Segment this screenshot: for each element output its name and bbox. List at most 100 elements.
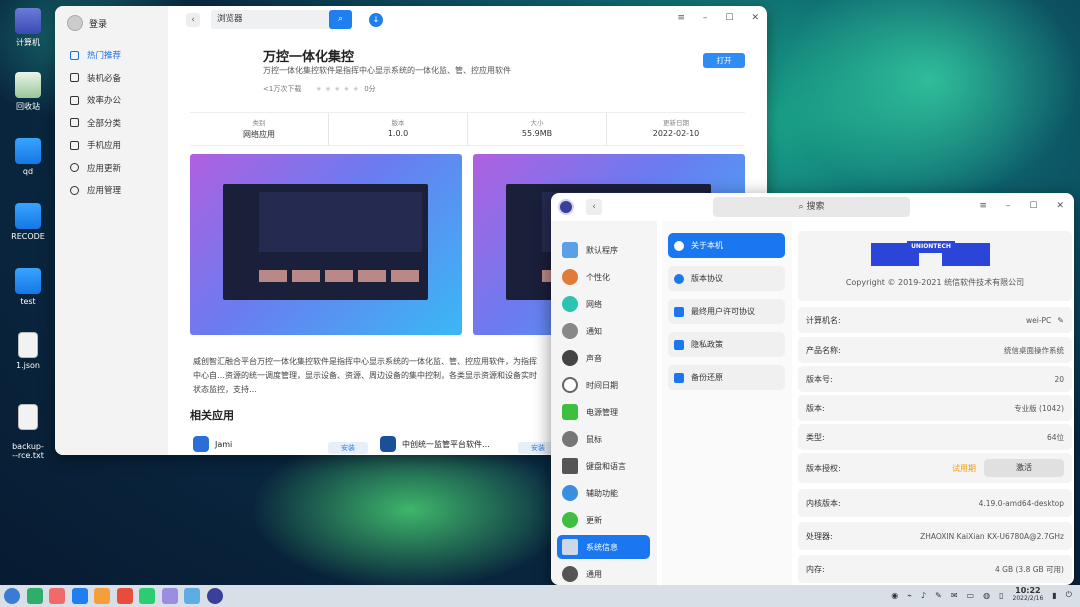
brand-box: UNIONTECH Copyright © 2019-2021 统信软件技术有限… <box>798 231 1072 301</box>
activate-button[interactable]: 激活 <box>984 459 1064 477</box>
nav-label: 装机必备 <box>87 73 122 84</box>
cc-nav-datetime[interactable]: 时间日期 <box>557 373 650 397</box>
desktop-folder-recode[interactable]: RECODE <box>8 203 48 241</box>
input-method-icon[interactable]: ◉ <box>891 591 898 600</box>
cc-nav-sound[interactable]: 声音 <box>557 346 650 370</box>
store-nav-item-essentials[interactable]: 装机必备 <box>63 67 163 90</box>
taskbar: ◉ ⌁ ♪ ✎ ✉ ▭ ◍ ▯ 10:22 2022/2/16 ▮ ⏻ <box>0 585 1080 607</box>
cc-search-input[interactable]: ⌕ 搜索 <box>713 197 910 217</box>
tablet-icon[interactable]: ▯ <box>999 591 1003 600</box>
info-value: 网络应用 <box>243 130 275 139</box>
minimize-button[interactable]: – <box>703 13 708 23</box>
window-controls: ≡ – ☐ ✕ <box>979 201 1064 211</box>
usb-icon[interactable]: ⌁ <box>907 591 912 600</box>
download-manager-button[interactable]: ↓ <box>369 13 383 27</box>
refresh-icon <box>70 163 79 173</box>
back-button[interactable]: ‹ <box>186 13 200 27</box>
maximize-button[interactable]: ☐ <box>1029 201 1037 211</box>
info-processor: 处理器: ZHAOXIN KaiXian KX-U6780A@2.7GHz <box>798 522 1072 550</box>
cc-nav-personalization[interactable]: 个性化 <box>557 265 650 289</box>
nav-label: 效率办公 <box>87 96 122 107</box>
store-nav-item-categories[interactable]: 全部分类 <box>63 112 163 135</box>
search-button[interactable]: ⌕ <box>329 10 352 29</box>
power-icon[interactable]: ⏻ <box>1066 590 1072 600</box>
clock[interactable]: 10:22 2022/2/16 <box>1013 587 1044 603</box>
desktop-file-json[interactable]: 1.json <box>8 332 48 370</box>
display-icon[interactable]: ▭ <box>967 591 975 600</box>
battery-icon[interactable]: ▮ <box>1052 591 1056 600</box>
search-placeholder: 搜索 <box>806 202 825 212</box>
cc-nav-system-info[interactable]: 系统信息 <box>557 535 650 559</box>
cc-nav-default-apps[interactable]: 默认程序 <box>557 238 650 262</box>
notification-icon[interactable]: ✉ <box>951 591 958 600</box>
desktop-folder-test[interactable]: test <box>8 268 48 306</box>
store-nav-item-updates[interactable]: 应用更新 <box>63 157 163 180</box>
related-app-zhongchuang[interactable]: 中创统一监管平台软件… <box>380 436 490 452</box>
info-key: 内核版本: <box>806 498 841 508</box>
nav-label: 应用更新 <box>87 163 122 174</box>
cc-nav-notifications[interactable]: 通知 <box>557 319 650 343</box>
network-icon[interactable]: ◍ <box>983 591 990 600</box>
file-manager-icon[interactable] <box>49 588 65 604</box>
gear-icon <box>562 566 578 582</box>
pen-icon[interactable]: ✎ <box>935 591 942 600</box>
cc-nav-network[interactable]: 网络 <box>557 292 650 316</box>
info-value: 2022-02-10 <box>652 129 700 138</box>
cc-sub-version-agreement[interactable]: 版本协议 <box>668 266 785 291</box>
cc-nav-power[interactable]: 电源管理 <box>557 400 650 424</box>
cc-sub-privacy[interactable]: 隐私政策 <box>668 332 785 357</box>
store-nav-item-mobile[interactable]: 手机应用 <box>63 134 163 157</box>
cc-nav-mouse[interactable]: 鼠标 <box>557 427 650 451</box>
install-button[interactable]: 安装 <box>328 442 368 454</box>
screenshot-1[interactable] <box>190 154 462 335</box>
nav-label: 应用管理 <box>87 186 122 197</box>
cc-nav-update[interactable]: 更新 <box>557 508 650 532</box>
control-center-icon[interactable] <box>207 588 223 604</box>
store-nav-item-manage[interactable]: 应用管理 <box>63 179 163 202</box>
multitask-icon[interactable] <box>27 588 43 604</box>
browser-icon[interactable] <box>94 588 110 604</box>
desktop-file-backup[interactable]: backup- --rce.txt <box>8 395 48 469</box>
folder-icon <box>15 268 41 294</box>
desktop-trash[interactable]: 回收站 <box>8 72 48 112</box>
launcher-icon[interactable] <box>4 588 20 604</box>
desktop-folder-qd[interactable]: qd <box>8 138 48 176</box>
login-button[interactable]: 登录 <box>67 15 107 31</box>
maximize-button[interactable]: ☐ <box>725 13 733 23</box>
menu-button[interactable]: ≡ <box>677 13 685 23</box>
related-app-jami[interactable]: Jami <box>193 436 232 452</box>
cc-sub-eula[interactable]: 最终用户许可协议 <box>668 299 785 324</box>
minimize-button[interactable]: – <box>1006 201 1011 211</box>
info-kernel: 内核版本: 4.19.0-amd64-desktop <box>798 489 1072 517</box>
download-icon: ↓ <box>372 15 380 24</box>
close-button[interactable]: ✕ <box>1056 201 1064 211</box>
store-nav-item-office[interactable]: 效率办公 <box>63 89 163 112</box>
nav-label: 电源管理 <box>586 407 618 417</box>
mail-icon[interactable] <box>184 588 200 604</box>
sub-label: 关于本机 <box>691 241 723 250</box>
cc-nav-general[interactable]: 通用 <box>557 562 650 585</box>
open-button[interactable]: 打开 <box>703 53 745 68</box>
cc-nav-accessibility[interactable]: 辅助功能 <box>557 481 650 505</box>
document-viewer-icon[interactable] <box>162 588 178 604</box>
network-icon <box>562 296 578 312</box>
cc-sub-about[interactable]: 关于本机 <box>668 233 785 258</box>
music-icon[interactable] <box>139 588 155 604</box>
document-icon <box>674 306 684 317</box>
store-nav-item-hot[interactable]: 热门推荐 <box>63 44 163 67</box>
cc-titlebar: ‹ ⌕ 搜索 ≡ – ☐ ✕ <box>551 193 1074 221</box>
edit-pencil-icon[interactable]: ✎ <box>1057 316 1064 325</box>
volume-icon[interactable]: ♪ <box>921 591 926 600</box>
cc-back-button[interactable]: ‹ <box>586 199 602 215</box>
menu-button[interactable]: ≡ <box>979 201 987 211</box>
folder-icon <box>15 138 41 164</box>
app-store-icon[interactable] <box>72 588 88 604</box>
license-wrap: 试用期 激活 <box>952 459 1064 477</box>
wallpaper-aurora <box>780 0 1080 200</box>
cc-sub-backup[interactable]: 备份还原 <box>668 365 785 390</box>
info-key: 更新日期 <box>663 119 689 127</box>
photos-icon[interactable] <box>117 588 133 604</box>
cc-nav-keyboard[interactable]: 键盘和语言 <box>557 454 650 478</box>
desktop-computer[interactable]: 计算机 <box>8 8 48 48</box>
close-button[interactable]: ✕ <box>751 13 759 23</box>
